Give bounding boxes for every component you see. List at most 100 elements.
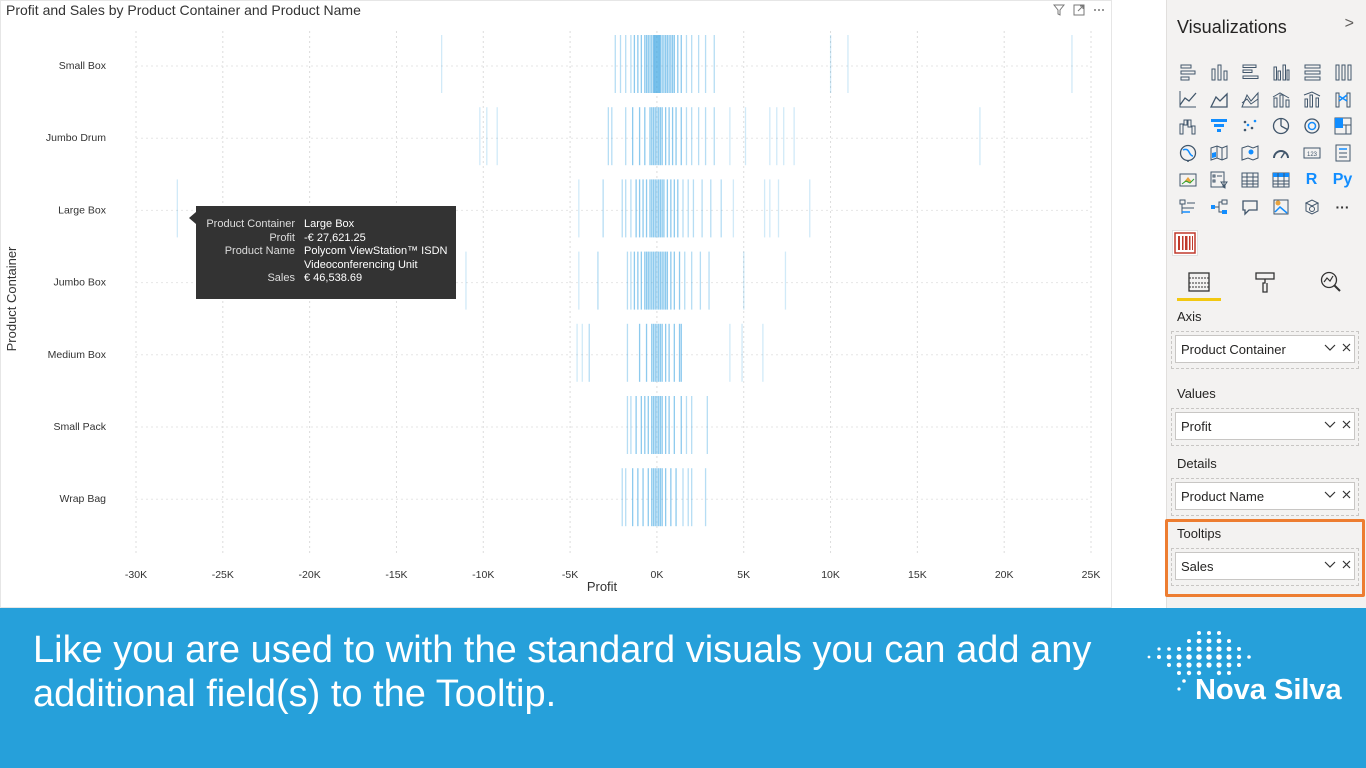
barcode-mark <box>656 323 658 382</box>
barcode-mark <box>793 107 795 166</box>
ribbon-chart-icon[interactable] <box>1327 85 1358 112</box>
field-pill-product-container[interactable]: Product Container <box>1175 335 1355 363</box>
clustered-column-chart-icon[interactable] <box>1265 58 1296 85</box>
gauge-icon[interactable] <box>1265 139 1296 166</box>
scatter-chart-icon[interactable] <box>1234 112 1265 139</box>
line-and-stacked-column-chart-icon[interactable] <box>1265 85 1296 112</box>
shape-map-icon[interactable] <box>1234 139 1265 166</box>
remove-field-icon[interactable] <box>1338 420 1354 432</box>
barcode-mark <box>654 323 656 382</box>
barcode-mark <box>675 107 677 166</box>
barcode-mark <box>706 396 708 454</box>
filter-icon[interactable] <box>1052 4 1066 19</box>
collapse-pane-icon[interactable]: > <box>1345 15 1354 33</box>
barcode-mark <box>654 107 656 166</box>
treemap-icon[interactable] <box>1327 112 1358 139</box>
stacked-area-chart-icon[interactable] <box>1234 85 1265 112</box>
tooltips-well[interactable]: Sales <box>1171 548 1359 586</box>
values-well[interactable]: Profit <box>1171 408 1359 446</box>
barcode-mark <box>661 396 663 454</box>
barcode-mark <box>638 107 641 166</box>
line-chart-icon[interactable] <box>1172 85 1203 112</box>
chevron-down-icon[interactable] <box>1322 420 1338 432</box>
power-apps-icon[interactable] <box>1296 193 1327 220</box>
x-tick-label: 0K <box>650 569 663 581</box>
barcode-mark <box>664 396 667 454</box>
arcgis-map-icon[interactable] <box>1265 193 1296 220</box>
barcode-mark <box>692 179 695 238</box>
stacked-bar-chart-icon[interactable] <box>1172 58 1203 85</box>
slicer-icon[interactable] <box>1203 166 1234 193</box>
x-tick-label: 25K <box>1082 569 1101 581</box>
details-well[interactable]: Product Name <box>1171 478 1359 516</box>
remove-field-icon[interactable] <box>1338 490 1354 502</box>
axis-well[interactable]: Product Container <box>1171 331 1359 369</box>
barcode-mark <box>741 323 743 382</box>
clustered-bar-chart-icon[interactable] <box>1234 58 1265 85</box>
more-options-icon[interactable] <box>1093 4 1105 19</box>
fields-tab-icon[interactable] <box>1177 264 1221 301</box>
chevron-down-icon[interactable] <box>1322 343 1338 355</box>
barcode-mark <box>658 468 660 527</box>
barcode-mark <box>626 396 629 454</box>
details-well-label: Details <box>1177 456 1217 471</box>
key-influencers-icon[interactable] <box>1172 193 1203 220</box>
barcode-mark <box>652 468 655 527</box>
barcode-mark <box>691 107 693 166</box>
barcode-mark <box>664 35 667 93</box>
analytics-tab-icon[interactable] <box>1309 264 1353 300</box>
kpi-icon[interactable] <box>1172 166 1203 193</box>
x-tick-label: -20K <box>299 569 321 581</box>
caption-banner: Like you are used to with the standard v… <box>0 608 1366 768</box>
matrix-icon[interactable] <box>1265 166 1296 193</box>
100-stacked-column-chart-icon[interactable] <box>1327 58 1358 85</box>
focus-mode-icon[interactable] <box>1073 4 1085 19</box>
field-pill-sales[interactable]: Sales <box>1175 552 1355 580</box>
decomposition-tree-icon[interactable] <box>1203 193 1234 220</box>
barcode-mark <box>720 179 722 238</box>
more-visuals-icon[interactable]: ··· <box>1327 193 1358 220</box>
remove-field-icon[interactable] <box>1338 560 1354 572</box>
barcode-visual-icon[interactable] <box>1172 230 1198 256</box>
funnel-icon[interactable] <box>1203 112 1234 139</box>
barcode-mark <box>675 468 677 527</box>
barcode-mark <box>763 179 766 238</box>
barcode-mark <box>684 251 686 310</box>
table-icon[interactable] <box>1234 166 1265 193</box>
pie-chart-icon[interactable] <box>1265 112 1296 139</box>
waterfall-chart-icon[interactable] <box>1172 112 1203 139</box>
x-tick-label: 20K <box>995 569 1014 581</box>
line-and-clustered-column-chart-icon[interactable] <box>1296 85 1327 112</box>
barcode-mark <box>644 396 646 454</box>
r-visual-icon[interactable]: R <box>1296 166 1327 193</box>
multi-row-card-icon[interactable] <box>1327 139 1358 166</box>
barcode-mark <box>619 35 622 93</box>
remove-field-icon[interactable] <box>1338 343 1354 355</box>
stacked-column-chart-icon[interactable] <box>1203 58 1234 85</box>
x-tick-label: 5K <box>737 569 750 581</box>
barcode-mark <box>635 179 637 238</box>
visual-title: Profit and Sales by Product Container an… <box>6 2 361 18</box>
chevron-down-icon[interactable] <box>1322 560 1338 572</box>
barcode-mark <box>496 107 498 166</box>
donut-chart-icon[interactable] <box>1296 112 1327 139</box>
map-icon[interactable] <box>1172 139 1203 166</box>
barcode-mark <box>732 179 735 238</box>
python-visual-icon[interactable]: Py <box>1327 166 1358 193</box>
barcode-mark <box>578 251 580 310</box>
filled-map-icon[interactable] <box>1203 139 1234 166</box>
barcode-mark <box>668 35 670 93</box>
barcode-chart-visual[interactable]: Small Box Jumbo Drum Large Box Jumbo Box Med… <box>0 0 1112 608</box>
field-pill-product-name[interactable]: Product Name <box>1175 482 1355 510</box>
area-chart-icon[interactable] <box>1203 85 1234 112</box>
qa-icon[interactable] <box>1234 193 1265 220</box>
chevron-down-icon[interactable] <box>1322 490 1338 502</box>
100-stacked-bar-chart-icon[interactable] <box>1296 58 1327 85</box>
barcode-mark <box>661 251 663 310</box>
barcode-mark <box>661 468 663 527</box>
barcode-mark <box>640 35 642 93</box>
format-tab-icon[interactable] <box>1243 264 1287 300</box>
card-icon[interactable]: 123 <box>1296 139 1327 166</box>
barcode-mark <box>979 107 981 166</box>
field-pill-profit[interactable]: Profit <box>1175 412 1355 440</box>
